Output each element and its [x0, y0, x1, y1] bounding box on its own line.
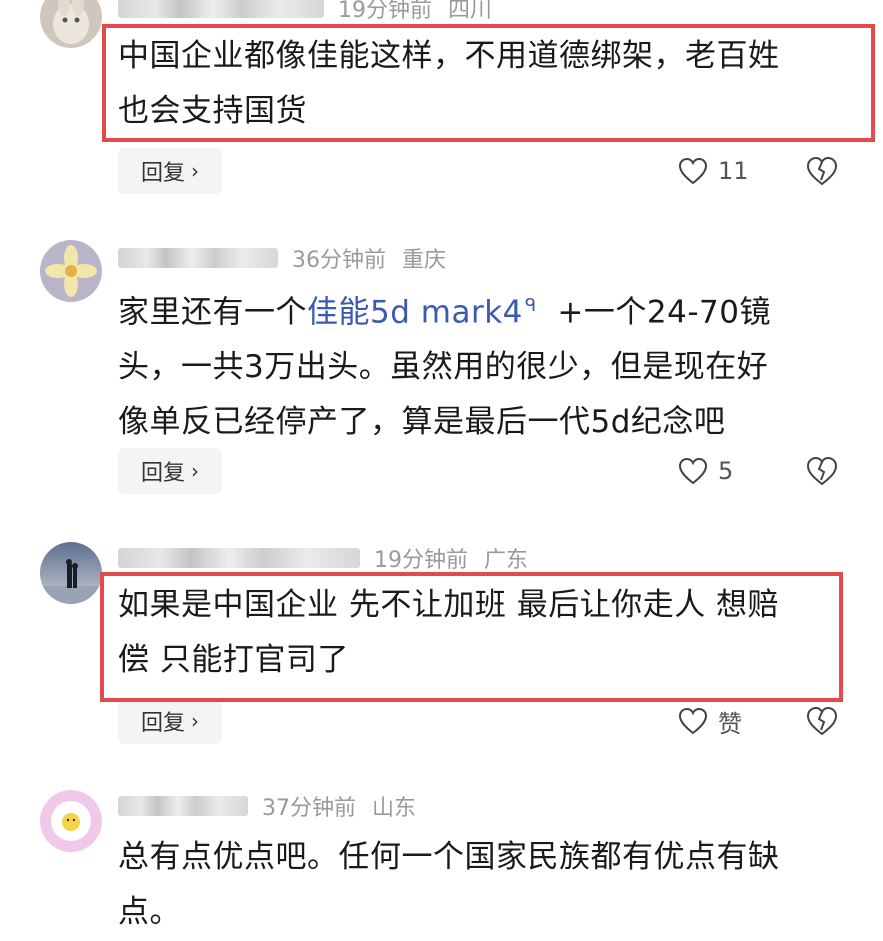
comment-meta: 19分钟前 广东	[118, 542, 528, 574]
reply-label: 回复	[140, 711, 185, 736]
comment-meta: 37分钟前 山东	[118, 790, 416, 822]
avatar[interactable]	[40, 0, 102, 48]
comment-text-line: 点。	[118, 894, 181, 930]
comment-text-prefix: 家里还有一个	[118, 294, 307, 331]
comment-2: 36分钟前 重庆 家里还有一个佳能5d mark4 ᑫ +一个24-70镜 头，一…	[0, 236, 883, 506]
avatar[interactable]	[40, 790, 102, 852]
username-blurred[interactable]	[118, 0, 324, 18]
comment-location: 广东	[484, 548, 529, 573]
username-blurred[interactable]	[118, 248, 278, 268]
heart-icon	[678, 457, 708, 485]
comment-text-line: 总有点优点吧。任何一个国家民族都有优点有缺	[118, 839, 780, 875]
product-link[interactable]: 佳能5d mark4	[307, 294, 523, 330]
avatar[interactable]	[40, 240, 102, 302]
comment-text: 总有点优点吧。任何一个国家民族都有优点有缺 点。	[118, 830, 848, 940]
comment-text-line: 像单反已经停产了，算是最后一代5d纪念吧	[118, 404, 726, 441]
comment-time: 37分钟前	[262, 796, 356, 821]
avatar[interactable]	[40, 542, 102, 604]
comment-4: 37分钟前 山东 总有点优点吧。任何一个国家民族都有优点有缺 点。	[0, 786, 883, 941]
comment-text-line: 头，一共3万出头。虽然用的很少，但是现在好	[118, 349, 769, 386]
reply-button[interactable]: 回复 ›	[118, 448, 222, 494]
heart-icon	[678, 707, 708, 735]
like-label: 赞	[718, 709, 742, 738]
heart-icon	[678, 157, 708, 185]
search-icon[interactable]: ᑫ	[525, 278, 537, 333]
like-button[interactable]: 5	[678, 448, 733, 494]
comment-meta: 36分钟前 重庆	[118, 242, 446, 274]
username-blurred[interactable]	[118, 548, 360, 568]
reply-label: 回复	[140, 461, 185, 486]
like-count: 11	[718, 157, 749, 185]
comment-location: 重庆	[402, 248, 447, 273]
chevron-right-icon: ›	[191, 709, 199, 733]
comment-text: 家里还有一个佳能5d mark4 ᑫ +一个24-70镜 头，一共3万出头。虽然用…	[118, 278, 848, 450]
like-button[interactable]: 赞	[678, 698, 742, 744]
username-blurred[interactable]	[118, 796, 248, 816]
broken-heart-icon[interactable]	[805, 454, 839, 488]
comment-text-suffix: +一个24-70镜	[557, 294, 771, 331]
highlight-box	[102, 24, 875, 142]
like-button[interactable]: 11	[678, 148, 749, 194]
comment-time: 19分钟前	[374, 548, 468, 573]
comment-location: 四川	[448, 0, 493, 23]
reply-button[interactable]: 回复 ›	[118, 698, 222, 744]
like-count: 5	[718, 457, 734, 485]
chevron-right-icon: ›	[191, 159, 199, 183]
comment-text-line: 家里还有一个佳能5d mark4 ᑫ +一个24-70镜	[118, 278, 848, 340]
reply-label: 回复	[140, 161, 185, 186]
broken-heart-icon[interactable]	[805, 704, 839, 738]
highlight-box	[100, 572, 843, 702]
comment-time: 19分钟前	[338, 0, 432, 23]
comment-meta: 19分钟前 四川	[118, 0, 492, 24]
comment-location: 山东	[372, 796, 417, 821]
comment-time: 36分钟前	[292, 248, 386, 273]
reply-button[interactable]: 回复 ›	[118, 148, 222, 194]
broken-heart-icon[interactable]	[805, 154, 839, 188]
chevron-right-icon: ›	[191, 459, 199, 483]
